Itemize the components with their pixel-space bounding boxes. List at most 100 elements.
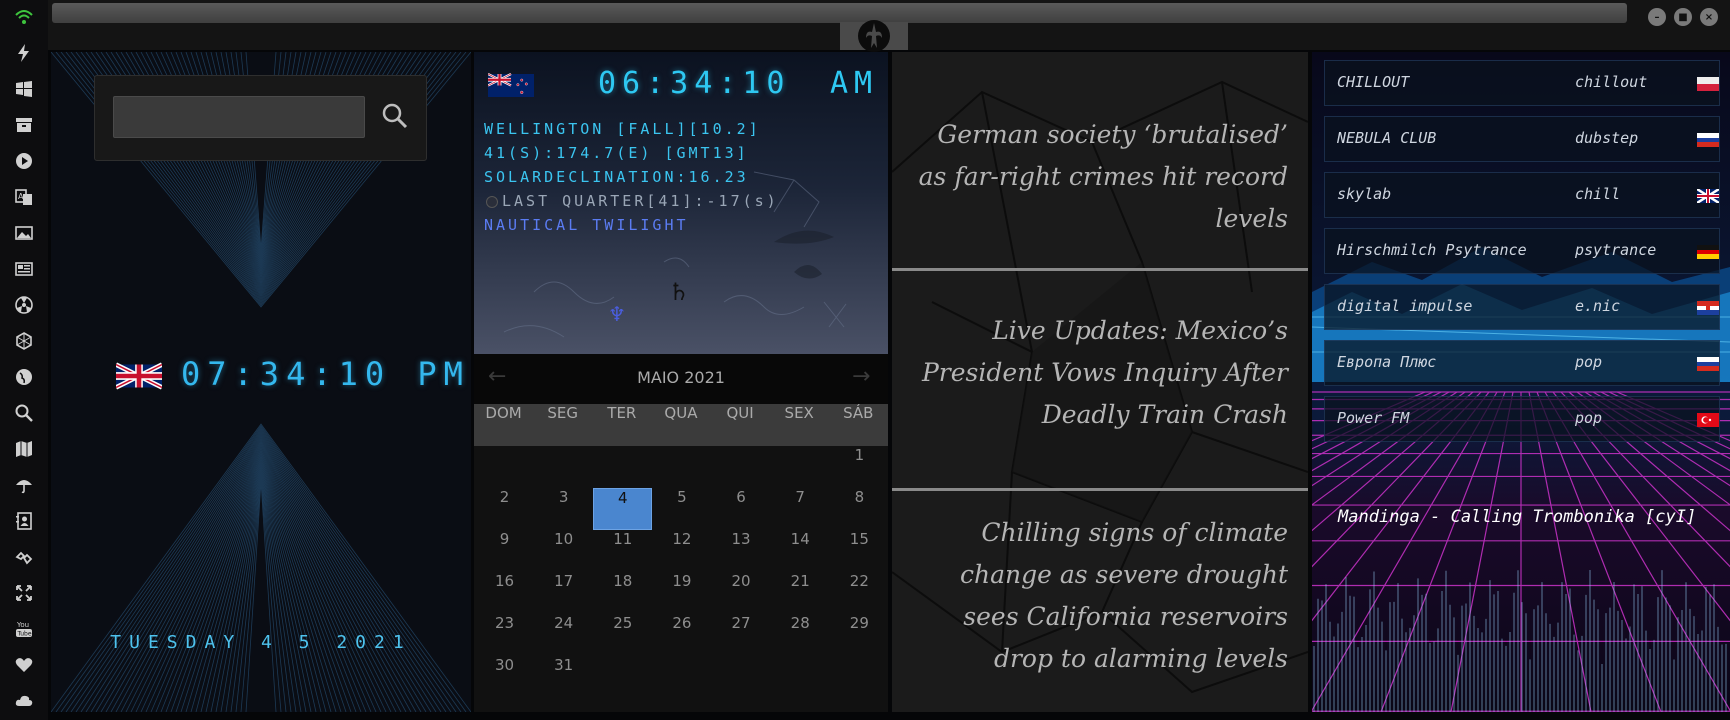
radio-panel: CHILLOUT chillout NEBULA CLUB dubstep sk… — [1312, 52, 1730, 712]
calendar-day[interactable]: 21 — [771, 572, 830, 614]
station-genre: psytrance — [1575, 241, 1657, 259]
calendar-day[interactable]: 25 — [593, 614, 652, 656]
address-bar[interactable] — [52, 3, 1627, 23]
news-headline[interactable]: Live Updates: Mexico’s President Vows In… — [892, 310, 1308, 436]
calendar-day[interactable]: 23 — [475, 614, 534, 656]
russia-flag-icon — [1697, 133, 1719, 147]
calendar-day[interactable]: 29 — [830, 614, 888, 656]
astro-info-card: 06:34:10 AM WELLINGTON [FALL][10.2] 41(S… — [474, 52, 888, 354]
calendar-day[interactable]: 24 — [534, 614, 593, 656]
calendar-day[interactable]: 7 — [771, 488, 830, 530]
calendar: ← MAIO 2021 → DOM SEG TER QUA QUI SEX SÁ… — [474, 354, 888, 712]
news-headline[interactable]: Chilling signs of climate change as seve… — [892, 512, 1308, 680]
station-row[interactable]: CHILLOUT chillout — [1324, 60, 1720, 106]
moon-phase-icon — [486, 196, 498, 208]
hexagon-icon[interactable] — [11, 328, 37, 354]
station-row[interactable]: Hirschmilch Psytrance psytrance — [1324, 228, 1720, 274]
umbrella-icon[interactable] — [11, 472, 37, 498]
translate-icon[interactable]: A — [11, 184, 37, 210]
station-row[interactable]: Power FM pop — [1324, 396, 1720, 442]
link-icon[interactable] — [11, 544, 37, 570]
play-icon[interactable] — [11, 148, 37, 174]
calendar-month-title: MAIO 2021 — [637, 368, 725, 387]
windows-icon[interactable] — [11, 76, 37, 102]
expand-icon[interactable] — [11, 580, 37, 606]
calendar-day[interactable]: 18 — [593, 572, 652, 614]
calendar-next-button[interactable]: → — [852, 364, 870, 389]
globe-icon[interactable] — [11, 364, 37, 390]
calendar-header: ← MAIO 2021 → — [474, 354, 888, 404]
cloud-icon[interactable] — [11, 688, 37, 714]
calendar-day[interactable]: 22 — [830, 572, 888, 614]
calendar-day[interactable]: 12 — [652, 530, 711, 572]
calendar-day[interactable]: 13 — [712, 530, 771, 572]
search-box — [94, 75, 427, 161]
rebel-alliance-icon — [858, 20, 890, 52]
station-genre: pop — [1575, 409, 1603, 427]
calendar-day[interactable]: 6 — [712, 488, 771, 530]
station-row[interactable]: NEBULA CLUB dubstep — [1324, 116, 1720, 162]
calendar-day-today[interactable]: 4 — [593, 488, 653, 530]
station-genre: chill — [1575, 185, 1621, 203]
calendar-day[interactable]: 20 — [712, 572, 771, 614]
maximize-button[interactable]: ■ — [1674, 8, 1692, 26]
station-genre: dubstep — [1575, 129, 1639, 147]
calendar-day[interactable]: 27 — [712, 614, 771, 656]
calendar-day[interactable]: 31 — [534, 656, 593, 698]
close-button[interactable]: × — [1700, 8, 1718, 26]
station-name: Европа Плюс — [1337, 353, 1437, 371]
search-button[interactable] — [377, 98, 413, 134]
station-genre: chillout — [1575, 73, 1648, 91]
station-row[interactable]: digital impulse e.nic — [1324, 284, 1720, 330]
archive-icon[interactable] — [11, 112, 37, 138]
search-input[interactable] — [113, 96, 365, 138]
calendar-day[interactable]: 9 — [475, 530, 534, 572]
youtube-icon[interactable]: You Tube — [11, 616, 37, 642]
calendar-day[interactable]: 2 — [475, 488, 534, 530]
image-icon[interactable] — [11, 220, 37, 246]
calendar-day[interactable]: 30 — [475, 656, 534, 698]
calendar-day[interactable]: 3 — [534, 488, 593, 530]
calendar-day[interactable]: 14 — [771, 530, 830, 572]
news-panel: German society ‘brutalised’ as far-right… — [892, 52, 1308, 712]
station-name: CHILLOUT — [1337, 73, 1410, 91]
app-tab[interactable] — [840, 20, 908, 52]
news-headline[interactable]: German society ‘brutalised’ as far-right… — [892, 114, 1308, 240]
station-name: Power FM — [1337, 409, 1410, 427]
calendar-day[interactable]: 10 — [534, 530, 593, 572]
world-clock-panel: 06:34:10 AM WELLINGTON [FALL][10.2] 41(S… — [474, 52, 888, 712]
weekday-label: QUA — [664, 404, 698, 422]
calendar-day[interactable]: 11 — [593, 530, 652, 572]
station-row[interactable]: Европа Плюс pop — [1324, 340, 1720, 386]
weekday-label: QUI — [726, 404, 754, 422]
radiation-icon[interactable] — [11, 292, 37, 318]
local-date: TUESDAY 4 5 2021 — [110, 632, 412, 653]
calendar-day[interactable]: 19 — [652, 572, 711, 614]
svg-text:You: You — [16, 621, 29, 629]
remote-ampm: AM — [830, 66, 879, 101]
minimize-button[interactable]: – — [1648, 8, 1666, 26]
twilight-line: NAUTICAL TWILIGHT — [484, 216, 689, 234]
calendar-day[interactable]: 28 — [771, 614, 830, 656]
calendar-day[interactable]: 15 — [830, 530, 888, 572]
contacts-icon[interactable] — [11, 508, 37, 534]
lightning-icon[interactable] — [11, 40, 37, 66]
calendar-day[interactable]: 8 — [830, 488, 888, 530]
russia-flag-icon — [1697, 357, 1719, 371]
wifi-icon[interactable] — [11, 4, 37, 30]
station-name: skylab — [1337, 185, 1392, 203]
solar-declination-line: SOLARDECLINATION:16.23 — [484, 168, 749, 186]
weekday-label: SEX — [784, 404, 814, 422]
heart-icon[interactable] — [11, 652, 37, 678]
calendar-day[interactable]: 26 — [652, 614, 711, 656]
calendar-day[interactable]: 1 — [830, 446, 888, 488]
calendar-day[interactable]: 17 — [534, 572, 593, 614]
calendar-day[interactable]: 16 — [475, 572, 534, 614]
calendar-day[interactable]: 5 — [652, 488, 711, 530]
map-icon[interactable] — [11, 436, 37, 462]
search-icon[interactable] — [11, 400, 37, 426]
news-divider — [892, 488, 1308, 491]
news-icon[interactable] — [11, 256, 37, 282]
station-row[interactable]: skylab chill — [1324, 172, 1720, 218]
weekday-label: SEG — [547, 404, 578, 422]
